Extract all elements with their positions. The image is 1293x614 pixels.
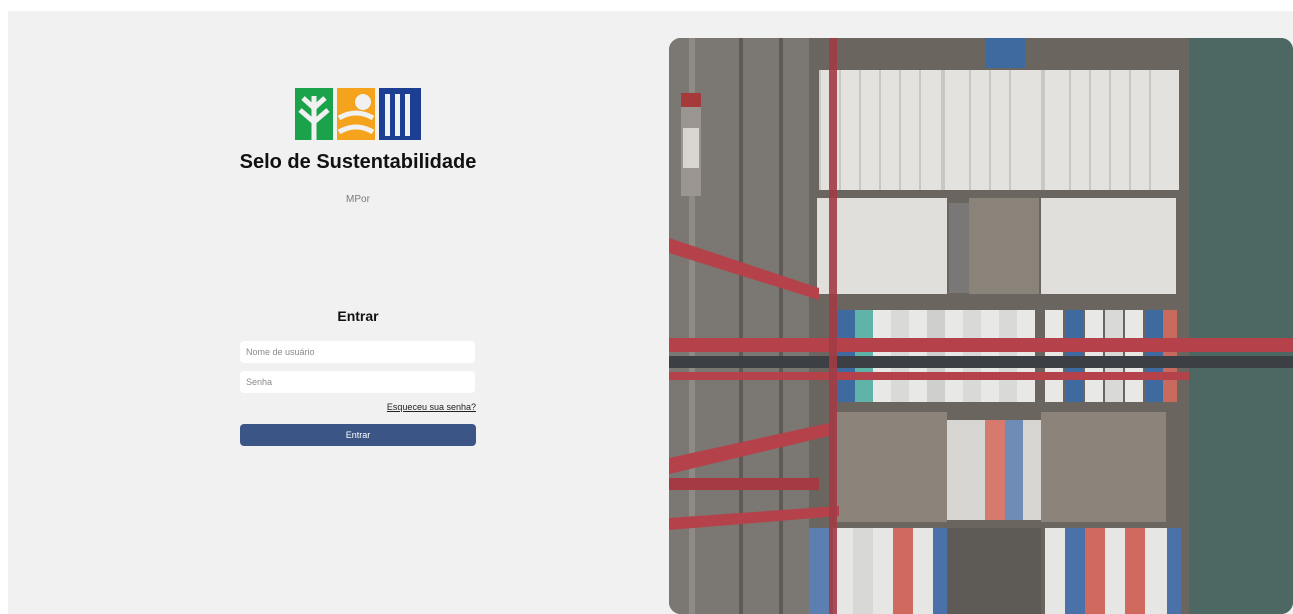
aerial-container-ship-photo [669, 38, 1293, 614]
login-page: Selo de Sustentabilidade MPor Entrar Esq… [8, 11, 1293, 614]
forgot-password-link[interactable]: Esqueceu sua senha? [387, 402, 476, 412]
login-submit-button[interactable]: Entrar [240, 424, 476, 446]
username-input[interactable] [240, 341, 475, 363]
app-title: Selo de Sustentabilidade [239, 151, 477, 173]
login-heading: Entrar [337, 308, 379, 324]
password-input[interactable] [240, 371, 475, 393]
hero-image [669, 38, 1293, 614]
mpor-logo [295, 88, 421, 140]
app-subtitle: MPor [346, 194, 370, 205]
